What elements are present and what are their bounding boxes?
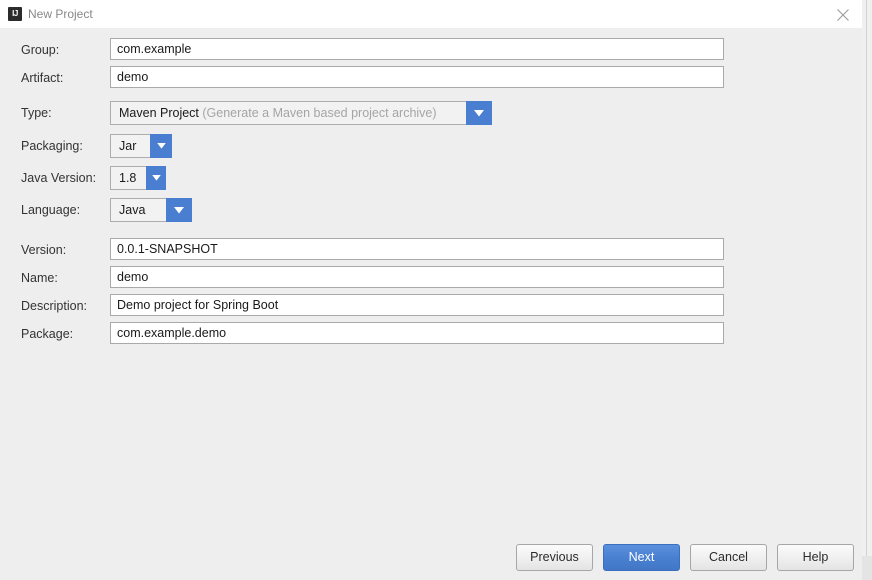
intellij-idea-icon: IJ [8,7,22,21]
label-name: Name: [21,271,58,285]
background-window-divider [866,0,867,580]
field-row-java-version: Java Version: 1.8 [0,166,862,190]
label-description: Description: [21,299,87,313]
field-row-version: Version: 0.0.1-SNAPSHOT [0,238,862,262]
field-row-description: Description: Demo project for Spring Boo… [0,294,862,318]
field-row-package: Package: com.example.demo [0,322,862,346]
label-package: Package: [21,327,74,341]
chevron-down-icon[interactable] [166,198,192,222]
type-value-text: Maven Project [119,106,199,120]
artifact-input[interactable]: demo [110,66,724,88]
project-settings-form: Group: com.example Artifact: demo Type: … [0,28,862,528]
help-button[interactable]: Help [777,544,854,571]
label-language: Language: [21,203,81,217]
chevron-down-icon[interactable] [150,134,172,158]
chevron-down-icon[interactable] [466,101,492,125]
close-icon[interactable] [828,0,858,28]
next-button[interactable]: Next [603,544,680,571]
description-input[interactable]: Demo project for Spring Boot [110,294,724,316]
field-row-type: Type: Maven Project (Generate a Maven ba… [0,101,862,125]
dialog-titlebar: IJ New Project [0,0,862,28]
language-combobox[interactable]: Java [110,198,192,222]
version-input[interactable]: 0.0.1-SNAPSHOT [110,238,724,260]
label-packaging: Packaging: [21,139,83,153]
java-version-combobox[interactable]: 1.8 [110,166,166,190]
name-input[interactable]: demo [110,266,724,288]
group-input[interactable]: com.example [110,38,724,60]
label-java-version: Java Version: [21,171,97,185]
label-type: Type: [21,106,52,120]
java-version-combobox-value[interactable]: 1.8 [110,166,146,190]
field-row-name: Name: demo [0,266,862,290]
packaging-combobox-value[interactable]: Jar [110,134,150,158]
field-row-artifact: Artifact: demo [0,66,862,90]
field-row-language: Language: Java [0,198,862,222]
new-project-dialog: IJ New Project Group: com.example Artifa… [0,0,862,580]
screen: IJ New Project Group: com.example Artifa… [0,0,872,580]
type-value-hint: (Generate a Maven based project archive) [202,106,437,120]
label-artifact: Artifact: [21,71,64,85]
background-window-strip [862,0,872,580]
language-combobox-value[interactable]: Java [110,198,166,222]
dialog-button-bar: Previous Next Cancel Help [0,544,862,580]
label-group: Group: [21,43,60,57]
dialog-title: New Project [28,7,93,21]
previous-button[interactable]: Previous [516,544,593,571]
field-row-packaging: Packaging: Jar [0,134,862,158]
package-input[interactable]: com.example.demo [110,322,724,344]
field-row-group: Group: com.example [0,38,862,62]
chevron-down-icon[interactable] [146,166,166,190]
packaging-combobox[interactable]: Jar [110,134,172,158]
background-window-strip-bottom [862,556,872,580]
cancel-button[interactable]: Cancel [690,544,767,571]
type-combobox[interactable]: Maven Project (Generate a Maven based pr… [110,101,492,125]
type-combobox-value[interactable]: Maven Project (Generate a Maven based pr… [110,101,466,125]
label-version: Version: [21,243,67,257]
